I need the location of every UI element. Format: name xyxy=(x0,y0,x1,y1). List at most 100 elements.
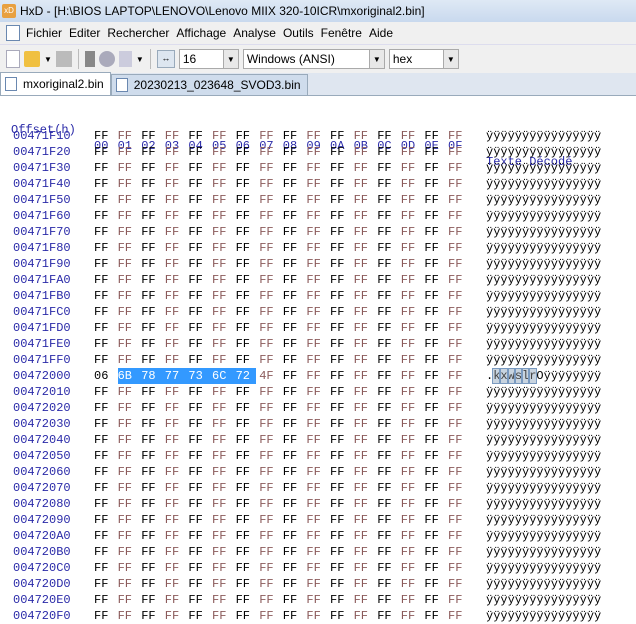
hex-byte[interactable]: FF xyxy=(306,144,326,160)
hex-byte[interactable]: FF xyxy=(283,576,303,592)
hex-byte[interactable]: FF xyxy=(424,448,444,464)
hex-byte[interactable]: FF xyxy=(283,144,303,160)
hex-byte[interactable]: FF xyxy=(188,384,208,400)
hex-byte[interactable]: FF xyxy=(401,608,421,624)
hex-byte[interactable]: FF xyxy=(118,288,138,304)
hex-byte[interactable]: FF xyxy=(401,208,421,224)
hex-byte[interactable]: FF xyxy=(377,208,397,224)
hex-byte[interactable]: FF xyxy=(354,336,374,352)
hex-byte[interactable]: FF xyxy=(424,320,444,336)
hex-byte[interactable]: FF xyxy=(118,128,138,144)
hex-byte[interactable]: FF xyxy=(212,144,232,160)
hex-byte[interactable]: FF xyxy=(141,512,161,528)
hex-byte[interactable]: FF xyxy=(448,336,468,352)
hex-byte[interactable]: FF xyxy=(330,272,350,288)
hex-byte[interactable]: FF xyxy=(354,144,374,160)
hex-byte[interactable]: FF xyxy=(424,272,444,288)
hex-byte[interactable]: FF xyxy=(94,560,114,576)
hex-byte[interactable]: FF xyxy=(165,288,185,304)
hex-byte[interactable]: FF xyxy=(401,192,421,208)
hex-byte[interactable]: FF xyxy=(401,256,421,272)
hex-byte[interactable]: 73 xyxy=(188,368,212,384)
hex-byte[interactable]: FF xyxy=(188,272,208,288)
hex-byte[interactable]: FF xyxy=(401,512,421,528)
hex-byte[interactable]: FF xyxy=(448,352,468,368)
disk-icon[interactable] xyxy=(98,51,115,67)
hex-byte[interactable]: FF xyxy=(141,544,161,560)
hex-byte[interactable]: FF xyxy=(354,576,374,592)
hex-byte[interactable]: FF xyxy=(283,304,303,320)
hex-byte[interactable]: FF xyxy=(118,576,138,592)
hex-byte[interactable]: FF xyxy=(212,352,232,368)
hex-byte[interactable]: FF xyxy=(118,208,138,224)
menu-fichier[interactable]: Fichier xyxy=(26,26,62,40)
hex-byte[interactable]: FF xyxy=(188,240,208,256)
hex-byte[interactable]: FF xyxy=(330,224,350,240)
hex-byte[interactable]: FF xyxy=(188,576,208,592)
hex-byte[interactable]: FF xyxy=(236,496,256,512)
hex-byte[interactable]: FF xyxy=(165,240,185,256)
hex-byte[interactable]: FF xyxy=(401,480,421,496)
hex-byte[interactable]: FF xyxy=(94,256,114,272)
hex-byte[interactable]: FF xyxy=(448,208,468,224)
menu-analyse[interactable]: Analyse xyxy=(233,26,276,40)
decoded-text[interactable]: ÿÿÿÿÿÿÿÿÿÿÿÿÿÿÿÿ xyxy=(486,496,601,512)
hex-byte[interactable]: FF xyxy=(354,128,374,144)
hex-byte[interactable]: FF xyxy=(94,576,114,592)
hex-byte[interactable]: FF xyxy=(306,320,326,336)
hex-byte[interactable]: FF xyxy=(448,192,468,208)
hex-byte[interactable]: FF xyxy=(448,432,468,448)
decoded-text[interactable]: ÿÿÿÿÿÿÿÿÿÿÿÿÿÿÿÿ xyxy=(486,208,601,224)
hex-byte[interactable]: FF xyxy=(283,592,303,608)
hex-byte[interactable]: FF xyxy=(448,128,468,144)
hex-byte[interactable]: FF xyxy=(165,224,185,240)
hex-byte[interactable]: FF xyxy=(212,416,232,432)
hex-byte[interactable]: FF xyxy=(259,384,279,400)
hex-byte[interactable]: FF xyxy=(236,320,256,336)
hex-byte[interactable]: FF xyxy=(377,192,397,208)
hex-byte[interactable]: FF xyxy=(354,464,374,480)
hex-byte[interactable]: FF xyxy=(330,336,350,352)
hex-byte[interactable]: FF xyxy=(94,496,114,512)
hex-byte[interactable]: FF xyxy=(236,336,256,352)
hex-byte[interactable]: FF xyxy=(448,240,468,256)
hex-byte[interactable]: FF xyxy=(212,448,232,464)
hex-byte[interactable]: FF xyxy=(141,320,161,336)
hex-byte[interactable]: FF xyxy=(448,160,468,176)
hex-byte[interactable]: FF xyxy=(94,544,114,560)
hex-byte[interactable]: FF xyxy=(424,288,444,304)
hex-byte[interactable]: FF xyxy=(165,528,185,544)
hex-byte[interactable]: FF xyxy=(236,384,256,400)
hex-byte[interactable]: FF xyxy=(424,592,444,608)
hex-byte[interactable]: FF xyxy=(165,208,185,224)
hex-byte[interactable]: FF xyxy=(188,496,208,512)
hex-byte[interactable]: FF xyxy=(94,512,114,528)
hex-byte[interactable]: FF xyxy=(188,592,208,608)
hex-byte[interactable]: FF xyxy=(165,192,185,208)
hex-byte[interactable]: FF xyxy=(448,304,468,320)
hex-byte[interactable]: FF xyxy=(165,608,185,624)
hex-byte[interactable]: FF xyxy=(259,576,279,592)
hex-byte[interactable]: FF xyxy=(188,288,208,304)
hex-byte[interactable]: FF xyxy=(259,432,279,448)
tab-mxoriginal2[interactable]: mxoriginal2.bin xyxy=(0,72,111,95)
hex-byte[interactable]: FF xyxy=(330,208,350,224)
hex-byte[interactable]: FF xyxy=(377,256,397,272)
hex-byte[interactable]: FF xyxy=(424,256,444,272)
open-dropdown-icon[interactable]: ▼ xyxy=(44,55,52,64)
hex-byte[interactable]: FF xyxy=(306,336,326,352)
hex-byte[interactable]: FF xyxy=(141,240,161,256)
hex-byte[interactable]: FF xyxy=(118,448,138,464)
hex-byte[interactable]: FF xyxy=(118,304,138,320)
hex-byte[interactable]: FF xyxy=(354,352,374,368)
hex-byte[interactable]: FF xyxy=(377,288,397,304)
open-folder-icon[interactable] xyxy=(24,51,40,67)
hex-byte[interactable]: FF xyxy=(259,480,279,496)
hex-byte[interactable]: FF xyxy=(188,464,208,480)
hex-byte[interactable]: FF xyxy=(424,192,444,208)
hex-byte[interactable]: FF xyxy=(377,160,397,176)
decoded-text[interactable]: ÿÿÿÿÿÿÿÿÿÿÿÿÿÿÿÿ xyxy=(486,384,601,400)
hex-byte[interactable]: FF xyxy=(377,512,397,528)
hex-byte[interactable]: FF xyxy=(448,544,468,560)
hex-byte[interactable]: FF xyxy=(283,480,303,496)
